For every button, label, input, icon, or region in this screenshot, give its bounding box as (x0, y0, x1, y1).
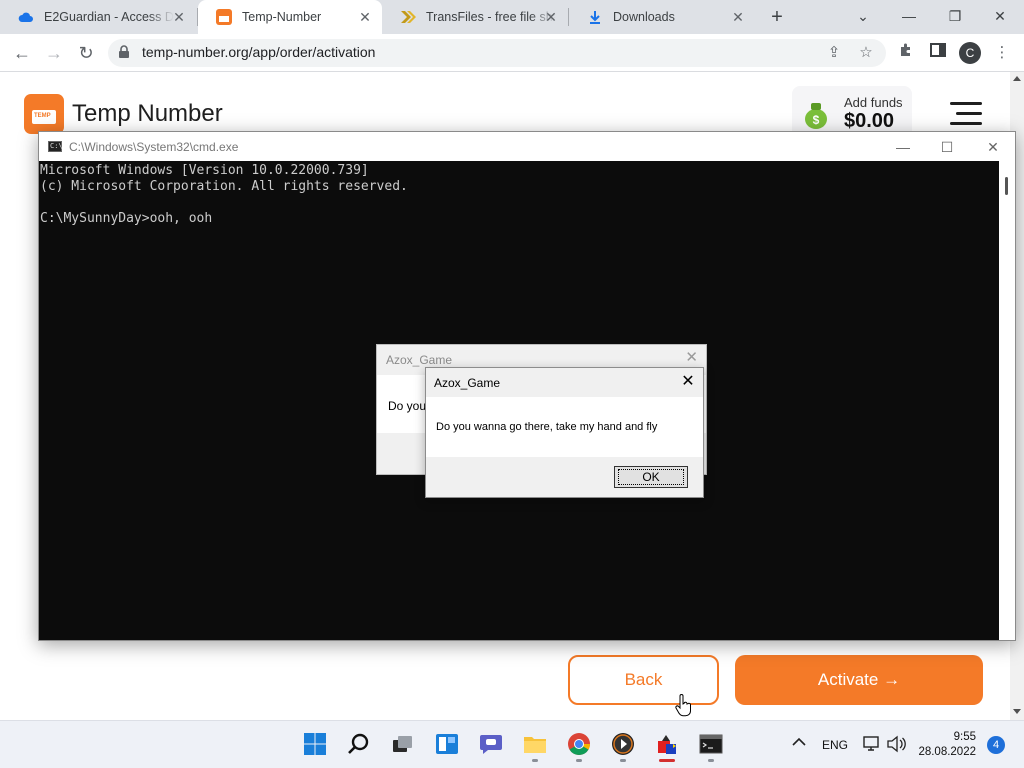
extensions-icon[interactable] (895, 42, 917, 64)
close-window-icon[interactable]: ✕ (988, 6, 1012, 26)
cmd-close-icon[interactable]: ✕ (979, 137, 1007, 157)
tab-downloads[interactable]: Downloads ✕ (569, 0, 755, 34)
azox-game-icon[interactable] (654, 731, 680, 757)
close-tab-icon[interactable]: ✕ (544, 10, 558, 24)
clock-date: 28.08.2022 (918, 746, 976, 758)
profile-avatar[interactable]: C (959, 42, 981, 64)
volume-icon[interactable] (886, 735, 906, 753)
lock-icon[interactable] (118, 45, 130, 59)
temp-number-logo[interactable]: TEMP (24, 94, 64, 134)
media-player-icon[interactable] (610, 731, 636, 757)
close-tab-icon[interactable]: ✕ (358, 10, 372, 24)
cmd-line: (c) Microsoft Corporation. All rights re… (40, 179, 408, 194)
dialog-message: Do you wanna go there, take my hand and … (436, 421, 658, 433)
terminal-icon[interactable] (698, 731, 724, 757)
close-tab-icon[interactable]: ✕ (172, 10, 186, 24)
ok-button[interactable]: OK (614, 466, 688, 488)
cmd-icon: C:\ (48, 141, 63, 152)
svg-text:$: $ (813, 113, 820, 127)
back-button[interactable]: Back (568, 655, 719, 705)
cloud-icon (18, 9, 34, 25)
widgets-icon[interactable] (434, 731, 460, 757)
share-icon[interactable]: ⇪ (823, 42, 845, 64)
cmd-scrollbar[interactable] (999, 161, 1015, 640)
hand-cursor-icon (674, 694, 692, 718)
minimize-icon[interactable]: — (897, 6, 921, 26)
tab-search-icon[interactable]: ⌄ (851, 6, 875, 26)
download-icon (587, 9, 603, 25)
close-icon[interactable]: ✕ (678, 372, 698, 392)
running-indicator (708, 759, 714, 762)
teams-chat-icon[interactable] (478, 731, 504, 757)
focus-ring (618, 469, 684, 485)
chrome-icon[interactable] (566, 731, 592, 757)
message-box[interactable]: Azox_Game ✕ Do you wanna go there, take … (425, 367, 704, 498)
transfiles-favicon (400, 9, 416, 25)
show-hidden-icons-chevron-up-icon[interactable] (792, 736, 806, 750)
hamburger-menu-icon[interactable] (950, 102, 982, 128)
new-tab-button[interactable]: + (766, 7, 788, 29)
running-indicator (576, 759, 582, 762)
tab-title: E2Guardian - Access De (44, 10, 174, 24)
cmd-output[interactable]: Microsoft Windows [Version 10.0.22000.73… (40, 163, 408, 227)
running-indicator (620, 759, 626, 762)
restore-icon[interactable]: ❐ (943, 6, 967, 26)
forward-arrow-icon[interactable]: → (42, 42, 66, 64)
menu-kebab-icon[interactable]: ⋮ (991, 42, 1013, 64)
money-bag-icon: $ (802, 100, 830, 130)
tab-title: Temp-Number (242, 10, 322, 24)
dialog-title: Azox_Game (386, 353, 453, 367)
language-indicator[interactable]: ENG (822, 738, 848, 752)
reload-icon[interactable]: ↻ (74, 42, 98, 64)
cmd-title: C:\Windows\System32\cmd.exe (69, 140, 239, 154)
dialog-title: Azox_Game (434, 376, 501, 390)
close-tab-icon[interactable]: ✕ (731, 10, 745, 24)
clock[interactable]: 9:55 28.08.2022 (918, 730, 976, 760)
file-explorer-icon[interactable] (522, 731, 548, 757)
cmd-line: Microsoft Windows [Version 10.0.22000.73… (40, 163, 369, 178)
tab-title: Downloads (613, 10, 675, 24)
close-icon[interactable]: ✕ (685, 348, 698, 366)
search-icon[interactable] (346, 731, 372, 757)
active-indicator (659, 759, 675, 762)
running-indicator (532, 759, 538, 762)
cmd-line: C:\MySunnyDay>ooh, ooh (40, 211, 213, 226)
activate-button[interactable]: Activate → (735, 655, 983, 705)
balance-value: $0.00 (844, 110, 895, 132)
url-text[interactable]: temp-number.org/app/order/activation (142, 44, 375, 60)
network-icon[interactable] (862, 735, 882, 753)
temp-number-favicon (216, 9, 232, 25)
add-funds-label: Add funds (844, 95, 903, 110)
tab-title: TransFiles - free file sha (426, 10, 556, 24)
back-arrow-icon[interactable]: ← (10, 42, 34, 64)
cmd-line (40, 195, 408, 211)
tab-transfiles[interactable]: TransFiles - free file sha ✕ (382, 0, 568, 34)
notification-badge[interactable]: 4 (987, 736, 1005, 754)
tab-temp-number[interactable]: Temp-Number ✕ (198, 0, 382, 34)
cmd-maximize-icon[interactable]: ☐ (933, 137, 961, 157)
tab-e2guardian[interactable]: E2Guardian - Access De ✕ (0, 0, 196, 34)
start-windows-icon[interactable] (302, 731, 328, 757)
task-view-icon[interactable] (390, 731, 416, 757)
cmd-minimize-icon[interactable]: — (889, 137, 917, 157)
bookmark-star-icon[interactable]: ☆ (855, 42, 877, 64)
brand-name[interactable]: Temp Number (72, 100, 223, 128)
side-panel-icon[interactable] (927, 42, 949, 64)
dialog-message: Do you (388, 399, 427, 413)
clock-time: 9:55 (953, 731, 976, 743)
